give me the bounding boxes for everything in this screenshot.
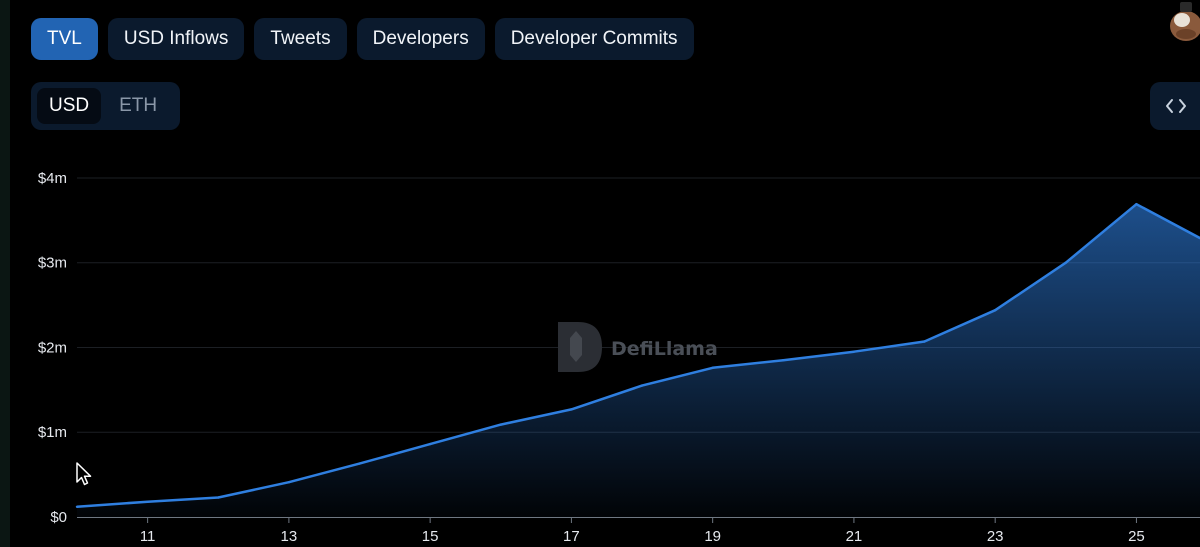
x-tick-label: 21 bbox=[846, 528, 863, 545]
defillama-watermark: DefiLlama bbox=[558, 322, 718, 372]
tvl-data-point bbox=[146, 500, 149, 503]
y-tick-label: $1m bbox=[38, 424, 67, 441]
tvl-data-point bbox=[994, 309, 997, 312]
tvl-data-point bbox=[1135, 203, 1138, 206]
watermark-text: DefiLlama bbox=[611, 338, 718, 360]
x-tick-label: 19 bbox=[704, 528, 721, 545]
tvl-data-point bbox=[287, 481, 291, 484]
tvl-area-fill bbox=[77, 204, 1200, 517]
tvl-data-point bbox=[852, 350, 856, 353]
tvl-data-point bbox=[923, 340, 926, 343]
x-tick-label: 23 bbox=[987, 528, 1004, 545]
tvl-data-point bbox=[358, 462, 361, 465]
y-tick-label: $3m bbox=[38, 255, 67, 272]
x-tick-label: 17 bbox=[563, 528, 580, 545]
tvl-data-point bbox=[428, 442, 432, 446]
tvl-data-point bbox=[1064, 261, 1068, 264]
x-tick-label: 13 bbox=[281, 528, 298, 545]
tvl-data-point bbox=[499, 423, 502, 426]
x-tick-label: 11 bbox=[140, 528, 156, 545]
tvl-data-point bbox=[640, 384, 644, 387]
x-tick-label: 15 bbox=[422, 528, 439, 545]
tvl-data-point bbox=[711, 366, 714, 369]
tvl-data-point bbox=[217, 496, 220, 499]
y-tick-label: $2m bbox=[38, 339, 67, 356]
tvl-data-point bbox=[75, 505, 79, 508]
tvl-data-point bbox=[570, 408, 573, 411]
x-tick-label: 25 bbox=[1128, 528, 1145, 545]
mouse-cursor bbox=[76, 462, 92, 486]
tvl-chart: DefiLlama $0 $1m $2m $3m $4m 11 13 15 17 19 21 23 25 bbox=[38, 170, 1200, 545]
y-tick-label: $0 bbox=[50, 509, 67, 526]
y-tick-label: $4m bbox=[38, 170, 67, 187]
tvl-data-point bbox=[782, 359, 785, 362]
